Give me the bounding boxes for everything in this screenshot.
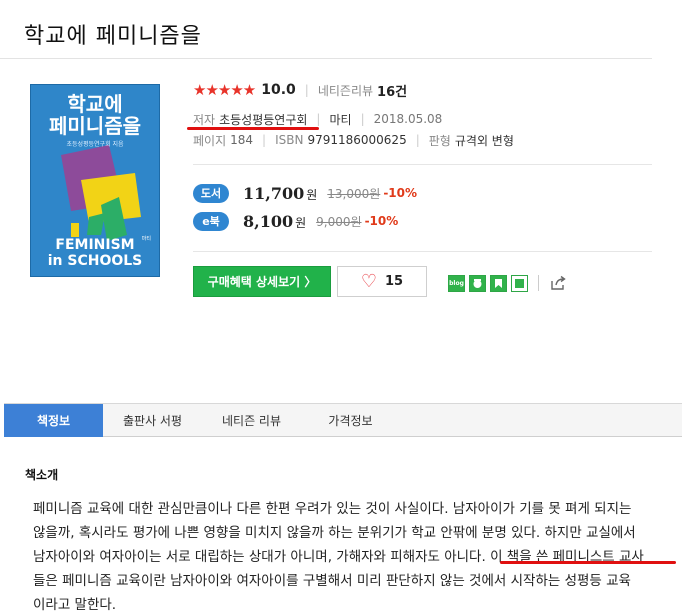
pages-label: 페이지 [193, 133, 227, 148]
description-line: 페미니즘 교육에 대한 관심만큼이나 다른 한편 우려가 있는 것이 사실이다.… [33, 501, 632, 517]
share-icon[interactable] [549, 274, 567, 292]
book-description: 페미니즘 교육에 대한 관심만큼이나 다른 한편 우려가 있는 것이 사실이다.… [33, 497, 673, 616]
rating-row: ★★★★★ 10.0 | 네티즌리뷰 16건 [193, 80, 407, 100]
author-row: 저자 초등성평등연구회 | 마티 | 2018.05.08 [193, 110, 442, 128]
cover-publisher-mark: 마티 [141, 236, 151, 242]
pages-value: 184 [230, 133, 254, 147]
like-button[interactable]: ♡ 15 [337, 266, 427, 297]
book-original-price: 13,000원 [327, 186, 381, 201]
book-price-row: 도서 11,700 원 13,000원 -10% [193, 182, 417, 204]
share-icons: blog [448, 274, 567, 292]
divider: | [262, 133, 267, 147]
review-label[interactable]: 네티즌리뷰 [318, 82, 373, 99]
price-divider-top [193, 164, 652, 165]
format-label: 판형 [428, 133, 451, 148]
tab-book-info[interactable]: 책정보 [4, 404, 103, 437]
cup-icon [473, 278, 482, 288]
divider: | [360, 112, 365, 126]
description-line: 않을까, 혹시라도 평가에 나쁜 영향을 미치지 않을까 하는 분위기가 학교 … [33, 525, 636, 541]
bookmark-share-icon[interactable] [490, 274, 507, 292]
divider: | [415, 133, 420, 147]
ebook-discount: -10% [364, 214, 399, 228]
red-underline-teacher [500, 561, 676, 564]
page-title: 학교에 페미니즘을 [24, 24, 202, 49]
divider [538, 275, 539, 291]
tab-price-info[interactable]: 가격정보 [301, 404, 400, 437]
bookmark-icon [495, 278, 502, 288]
ebook-badge: e북 [193, 211, 229, 231]
cover-subtitle: 초등성평등연구회 지음 [66, 141, 124, 148]
cafe-share-icon[interactable] [469, 274, 486, 292]
share-arrow-icon [551, 275, 566, 290]
tab-bar-filler [400, 404, 682, 436]
tab-publisher-review[interactable]: 출판사 서평 [103, 404, 202, 437]
heart-icon: ♡ [360, 270, 378, 292]
divider: | [316, 112, 321, 126]
section-heading: 책소개 [25, 468, 59, 482]
description-line: 이라고 말한다. [33, 597, 117, 613]
book-discount: -10% [383, 186, 418, 200]
book-cover-image[interactable]: 학교에 페미니즘을 초등성평등연구회 지음 FEMINISM in SCHOOL… [30, 84, 160, 277]
author-label: 저자 [193, 112, 216, 127]
memo-share-icon[interactable] [511, 274, 528, 292]
book-badge: 도서 [193, 183, 229, 203]
description-line: 남자아이와 여자아이는 서로 대립하는 상대가 아니며, 가해자와 피해자도 아… [33, 549, 644, 565]
publisher-link[interactable]: 마티 [329, 111, 351, 128]
red-underline-author [187, 127, 319, 130]
description-line: 들은 페미니즘 교육이란 남자아이와 여자아이를 구별해서 미리 판단하지 않는… [33, 573, 631, 589]
price-divider-bottom [193, 251, 652, 252]
publish-date: 2018.05.08 [373, 112, 443, 126]
rating-stars-icon: ★★★★★ [193, 81, 256, 99]
isbn-value: 9791186000625 [307, 133, 407, 147]
cover-title: 학교에 페미니즘을 [49, 92, 141, 138]
author-link[interactable]: 초등성평등연구회 [219, 111, 307, 128]
purchase-benefits-button[interactable]: 구매혜택 상세보기 〉 [193, 266, 331, 297]
format-value: 규격외 변형 [454, 133, 514, 148]
ebook-original-price: 9,000원 [316, 214, 362, 229]
ebook-price: 8,100 원 [243, 211, 307, 231]
like-count: 15 [385, 274, 404, 289]
details-row: 페이지 184 | ISBN 9791186000625 | 판형 규격외 변형 [193, 131, 514, 149]
title-divider [0, 58, 652, 59]
ebook-price-row: e북 8,100 원 9,000원 -10% [193, 210, 398, 232]
cover-english-title: FEMINISM in SCHOOLS [47, 237, 143, 269]
book-price: 11,700 원 [243, 183, 318, 203]
rating-score: 10.0 [261, 82, 296, 98]
blog-share-icon[interactable]: blog [448, 274, 465, 292]
section-tabs: 책정보 출판사 서평 네티즌 리뷰 가격정보 [4, 403, 682, 437]
isbn-label: ISBN [275, 133, 304, 147]
divider: | [304, 83, 309, 97]
tab-netizen-review[interactable]: 네티즌 리뷰 [202, 404, 301, 437]
review-count[interactable]: 16건 [377, 81, 407, 100]
